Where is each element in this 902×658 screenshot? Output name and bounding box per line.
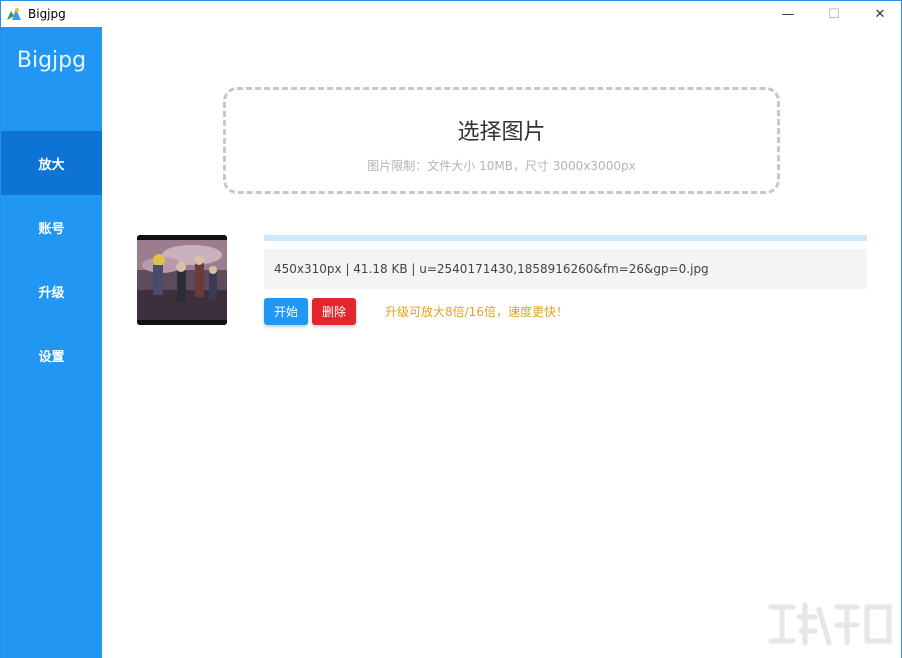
app-window: Bigjpg — ☐ ✕ Bigjpg 放大 账号 升级 设置 选择图片 图片限… xyxy=(0,0,902,658)
start-button-label: 开始 xyxy=(273,305,298,319)
image-limits-text: 图片限制：文件大小 10MB，尺寸 3000x3000px xyxy=(367,159,636,173)
minimize-button[interactable]: — xyxy=(765,1,811,27)
maximize-button[interactable]: ☐ xyxy=(811,1,857,27)
minimize-icon: — xyxy=(781,6,795,22)
maximize-icon: ☐ xyxy=(828,6,840,22)
sidebar-item-enlarge[interactable]: 放大 xyxy=(1,131,102,195)
window-title: Bigjpg xyxy=(28,7,66,21)
app-logo-icon xyxy=(7,8,21,20)
close-icon: ✕ xyxy=(874,6,886,22)
image-dropzone[interactable]: 选择图片 图片限制：文件大小 10MB，尺寸 3000x3000px xyxy=(223,87,780,194)
sidebar-item-upgrade[interactable]: 升级 xyxy=(1,259,102,323)
brand-title: Bigjpg xyxy=(16,48,87,73)
upload-progress-bar xyxy=(264,235,867,241)
image-thumbnail xyxy=(137,235,227,325)
start-button[interactable]: 开始 xyxy=(264,298,308,325)
main-content: 选择图片 图片限制：文件大小 10MB，尺寸 3000x3000px 450x3… xyxy=(102,27,901,658)
delete-button-label: 删除 xyxy=(321,305,346,319)
sidebar-item-label: 升级 xyxy=(38,285,65,301)
close-button[interactable]: ✕ xyxy=(857,1,902,27)
sidebar: Bigjpg 放大 账号 升级 设置 xyxy=(1,27,102,658)
sidebar-item-label: 账号 xyxy=(38,221,65,237)
select-image-title: 选择图片 xyxy=(457,120,546,145)
upgrade-tip[interactable]: 升级可放大8倍/16倍，速度更快！ xyxy=(385,303,568,320)
delete-button[interactable]: 删除 xyxy=(312,298,356,325)
sidebar-item-label: 设置 xyxy=(38,349,65,365)
sidebar-item-label: 放大 xyxy=(38,157,65,173)
sidebar-item-account[interactable]: 账号 xyxy=(1,195,102,259)
sidebar-item-settings[interactable]: 设置 xyxy=(1,323,102,387)
thumbnail-art xyxy=(137,235,227,325)
file-info-text: 450x310px | 41.18 KB | u=2540171430,1858… xyxy=(264,249,867,289)
title-bar[interactable]: Bigjpg — ☐ ✕ xyxy=(1,1,901,27)
site-watermark-logo xyxy=(768,602,892,646)
